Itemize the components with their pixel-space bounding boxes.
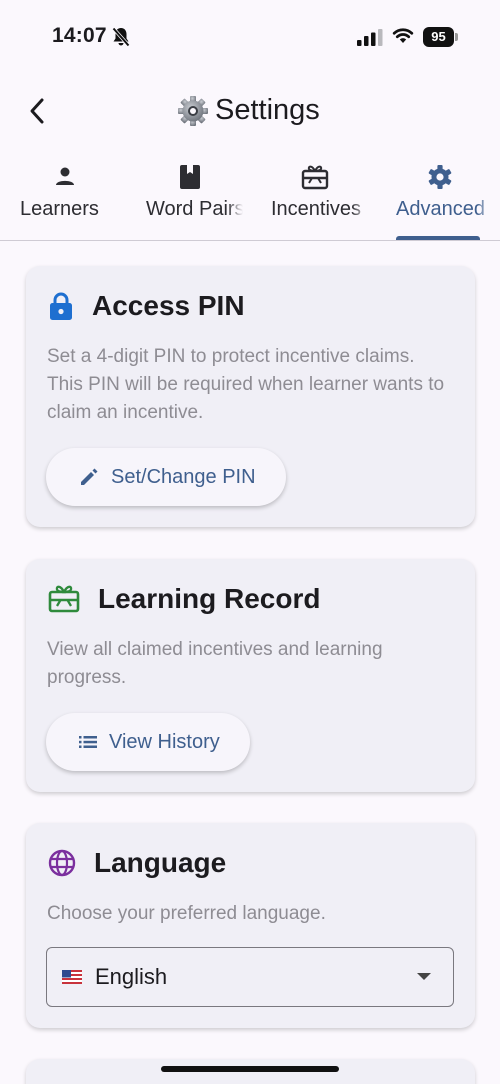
cellular-signal-icon [357,29,383,46]
learning-record-card: Learning Record View all claimed incenti… [26,559,475,792]
gear-emoji-icon [178,95,208,126]
language-card: Language Choose your preferred language.… [26,823,475,1028]
set-change-pin-button[interactable]: Set/Change PIN [46,448,286,506]
card-description: Choose your preferred language. [47,903,326,924]
lock-icon [50,292,72,320]
language-select[interactable]: English [46,947,454,1007]
card-title: Learning Record [98,583,321,614]
us-flag-icon [62,970,82,984]
card-title: Access PIN [92,290,245,321]
pencil-icon [81,468,98,485]
selected-language: English [95,964,168,989]
gear-icon [428,165,452,189]
card-header: Language [48,847,226,879]
tab-fade [227,198,243,228]
gift-card-icon [301,165,329,190]
tab-word-pairs[interactable]: Word Pairs [135,158,245,240]
status-time: 14:07 [52,24,107,47]
battery-indicator: 95 [423,27,458,47]
card-header: Learning Record [48,583,320,615]
button-label: View History [109,730,220,753]
back-button[interactable] [22,94,52,128]
dropdown-arrow-icon [417,973,431,980]
card-header: Access PIN [48,290,245,322]
tab-learners[interactable]: Learners [10,158,120,240]
active-tab-indicator [396,236,480,240]
title-wrap: Settings [177,94,320,127]
tab-incentives[interactable]: Incentives [260,158,370,240]
view-history-button[interactable]: View History [46,713,250,771]
page-title: Settings [215,94,320,126]
globe-icon [48,849,76,877]
chevron-left-icon [30,98,44,124]
wifi-icon [392,28,414,43]
home-indicator [161,1066,339,1072]
battery-tip [455,33,458,41]
book-icon [180,165,200,189]
tab-fade [477,198,493,228]
access-pin-card: Access PIN Set a 4-digit PIN to protect … [26,266,475,527]
bell-slash-icon [112,27,130,47]
button-label: Set/Change PIN [111,465,256,488]
gift-card-icon [48,585,80,613]
app-bar: Settings [0,80,500,144]
person-icon [56,167,74,185]
tab-fade [352,198,368,228]
card-description: View all claimed incentives and learning… [47,639,383,688]
status-bar: 14:07 95 [0,0,500,70]
battery-level: 95 [423,27,454,47]
list-icon [79,736,97,748]
tab-advanced[interactable]: Advanced [385,158,495,240]
card-title: Language [94,847,227,878]
tab-bar: Learners Word Pairs Incentives Advanced [0,158,500,241]
tab-fade [102,198,118,228]
card-description: Set a 4-digit PIN to protect incentive c… [47,346,445,423]
